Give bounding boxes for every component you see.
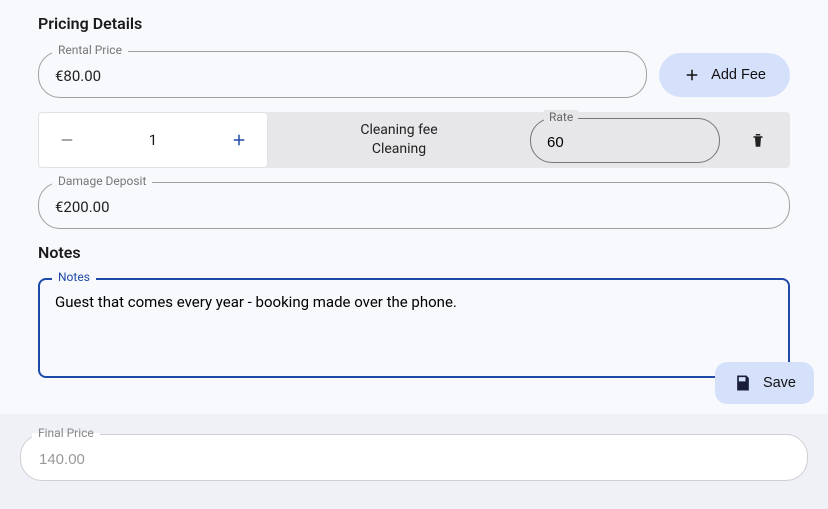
- notes-input[interactable]: [55, 293, 773, 361]
- increment-button[interactable]: [211, 113, 267, 167]
- quantity-stepper[interactable]: 1: [38, 112, 268, 168]
- minus-icon: [58, 131, 76, 149]
- notes-field[interactable]: Notes: [38, 278, 790, 378]
- fee-name-line1: Cleaning fee: [360, 121, 437, 140]
- pricing-details-title: Pricing Details: [38, 14, 790, 33]
- save-button[interactable]: Save: [715, 362, 814, 404]
- final-price-field[interactable]: [20, 434, 808, 481]
- fee-name-line2: Cleaning: [372, 140, 426, 159]
- damage-deposit-input[interactable]: [55, 198, 773, 216]
- plus-icon: [230, 131, 248, 149]
- trash-icon: [749, 130, 767, 150]
- rate-label: Rate: [544, 110, 578, 124]
- plus-icon: [683, 66, 701, 84]
- final-price-input[interactable]: [39, 451, 789, 468]
- add-fee-label: Add Fee: [711, 67, 766, 83]
- decrement-button[interactable]: [39, 113, 95, 167]
- rate-field[interactable]: Rate: [530, 112, 726, 168]
- rental-price-input[interactable]: [55, 67, 630, 85]
- save-icon: [733, 373, 753, 393]
- rental-price-label: Rental Price: [52, 43, 128, 57]
- damage-deposit-field[interactable]: Damage Deposit: [38, 182, 790, 229]
- save-label: Save: [763, 375, 796, 391]
- quantity-value: 1: [95, 131, 211, 149]
- add-fee-button[interactable]: Add Fee: [659, 53, 790, 97]
- damage-deposit-label: Damage Deposit: [52, 174, 152, 188]
- final-price-section: Final Price: [0, 414, 828, 509]
- notes-label: Notes: [52, 270, 96, 284]
- fee-row: 1 Cleaning fee Cleaning Rate: [38, 112, 790, 168]
- delete-fee-button[interactable]: [726, 112, 790, 168]
- final-price-label: Final Price: [32, 426, 100, 440]
- notes-title: Notes: [38, 243, 790, 262]
- rental-price-field[interactable]: Rental Price: [38, 51, 647, 98]
- fee-name: Cleaning fee Cleaning: [268, 112, 530, 168]
- rate-input[interactable]: [547, 134, 703, 151]
